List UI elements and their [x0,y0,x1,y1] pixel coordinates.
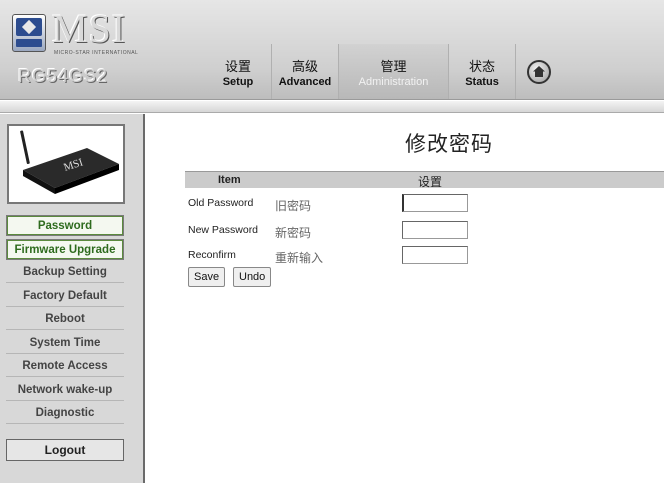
table-header: Item 设置 [185,171,664,189]
save-button[interactable]: Save [188,267,226,287]
sidebar-item-system-time[interactable]: System Time [6,333,124,354]
header-separator [0,101,664,113]
reconfirm-label-zh: 重新输入 [275,251,324,265]
tab-status-en: Status [465,76,499,88]
tab-advanced-en: Advanced [278,76,332,88]
router-image: MSI [7,124,125,204]
sidebar-item-firmware-upgrade[interactable]: Firmware Upgrade [6,238,124,260]
old-password-label-zh: 旧密码 [275,199,312,213]
tab-administration-en: Administration [358,76,429,88]
msi-logo: MSI MICRO-STAR INTERNATIONAL [8,8,158,58]
column-header-settings: 设置 [418,175,443,189]
tab-advanced-zh: 高级 [291,59,318,74]
sidebar: MSI Password Firmware Upgrade Backup Set… [0,114,145,483]
header: MSI MICRO-STAR INTERNATIONAL RG54GS2 设置 … [0,0,664,100]
new-password-label-zh: 新密码 [275,226,312,240]
reconfirm-label: Reconfirm [188,249,236,261]
page-title: 修改密码 [405,133,493,156]
top-nav: 设置 Setup 高级 Advanced 管理 Administration 状… [205,44,561,99]
tab-administration[interactable]: 管理 Administration [339,44,449,99]
home-button[interactable] [516,44,561,99]
old-password-input[interactable] [402,194,468,212]
reconfirm-password-input[interactable] [402,246,468,264]
sidebar-item-network-wake-up[interactable]: Network wake-up [6,380,124,401]
main-content: 修改密码 Item 设置 Old Password 旧密码 New Passwo… [147,114,664,483]
sidebar-item-backup-setting[interactable]: Backup Setting [6,262,124,283]
sidebar-item-diagnostic[interactable]: Diagnostic [6,403,124,424]
tab-status-zh: 状态 [468,59,495,74]
new-password-row: New Password 新密码 [188,221,664,243]
tab-status[interactable]: 状态 Status [449,44,516,99]
new-password-input[interactable] [402,221,468,239]
tab-advanced[interactable]: 高级 Advanced [272,44,339,99]
tab-setup[interactable]: 设置 Setup [205,44,272,99]
tab-setup-zh: 设置 [224,59,251,74]
sidebar-item-factory-default[interactable]: Factory Default [6,286,124,307]
new-password-label: New Password [188,224,259,236]
tab-setup-en: Setup [222,76,254,88]
msi-emblem-icon [12,14,46,52]
sidebar-menu: Password Firmware Upgrade Backup Setting… [6,215,124,427]
tab-administration-zh: 管理 [380,59,407,74]
home-icon [526,59,551,84]
sidebar-item-remote-access[interactable]: Remote Access [6,356,124,377]
reconfirm-password-row: Reconfirm 重新输入 [188,246,664,268]
model-name: RG54GS2 [18,66,109,86]
sidebar-item-password[interactable]: Password [6,215,124,236]
logo-tagline: MICRO-STAR INTERNATIONAL [54,50,139,56]
logo-text: MSI [52,6,127,51]
old-password-row: Old Password 旧密码 [188,194,664,216]
logout-button[interactable]: Logout [6,439,124,461]
column-header-item: Item [218,174,241,186]
sidebar-item-reboot[interactable]: Reboot [6,309,124,330]
undo-button[interactable]: Undo [233,267,272,287]
old-password-label: Old Password [188,197,254,209]
